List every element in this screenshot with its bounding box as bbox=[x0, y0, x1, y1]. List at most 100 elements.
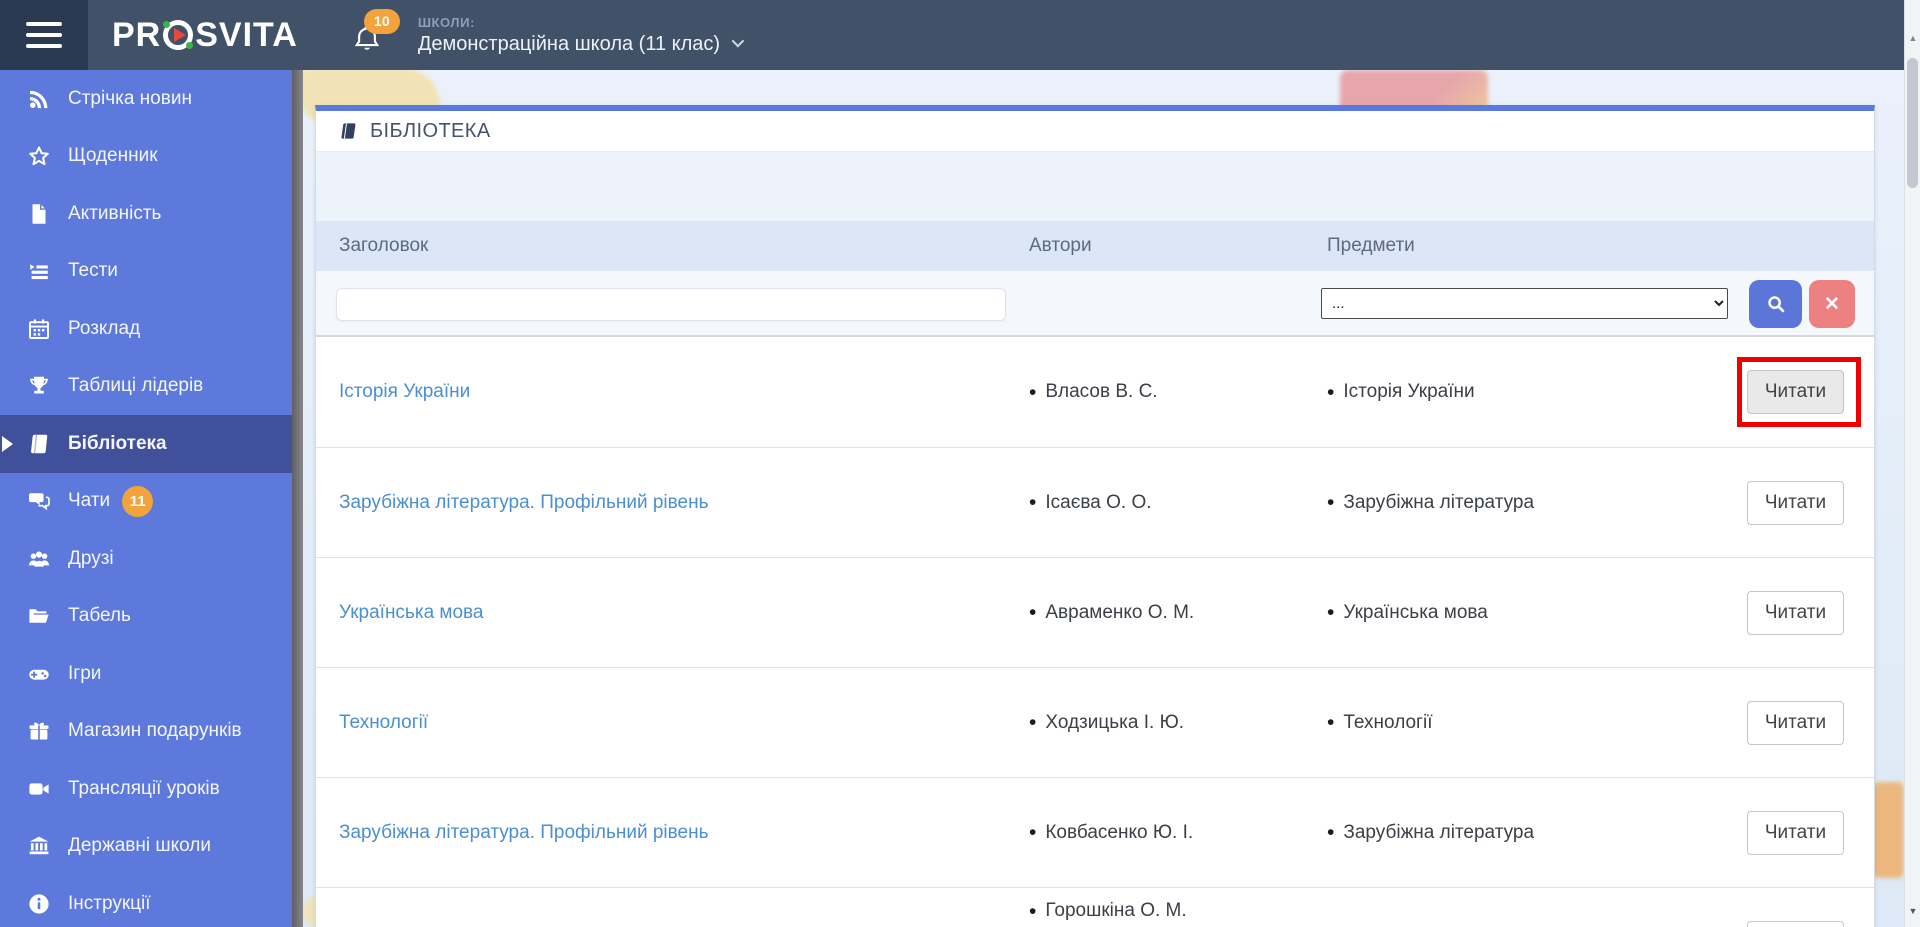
read-button[interactable]: Читати bbox=[1747, 810, 1844, 855]
school-selector-value: Демонстраційна школа (11 клас) bbox=[417, 32, 721, 55]
friends-icon bbox=[26, 546, 52, 572]
search-button[interactable] bbox=[1749, 280, 1802, 328]
tasks-icon bbox=[26, 258, 52, 284]
bullet-icon: • bbox=[1029, 601, 1037, 624]
close-icon: ✕ bbox=[1824, 293, 1840, 315]
card-toolbar-spacer bbox=[316, 152, 1874, 221]
notifications-bell-button[interactable]: 10 bbox=[350, 9, 400, 55]
list-item: • Горошкіна О. М. bbox=[1029, 899, 1187, 923]
list-item: • Власов В. С. bbox=[1029, 380, 1158, 404]
camera-icon bbox=[26, 776, 52, 802]
authors-cell: • Ковбасенко Ю. І. bbox=[1029, 822, 1193, 844]
table-row: Історія України • Власов В. С. • Історія Укр… bbox=[316, 337, 1874, 447]
notification-count-badge: 10 bbox=[363, 9, 400, 34]
sidebar-item-diary[interactable]: Щоденник bbox=[0, 128, 292, 186]
chevron-down-icon bbox=[731, 34, 745, 47]
book-title-link[interactable]: Зарубіжна література. Профільний рівень bbox=[339, 822, 709, 844]
table-filter-row: ... ✕ bbox=[316, 271, 1874, 337]
sidebar-item-leaderboards[interactable]: Таблиці лідерів bbox=[0, 358, 292, 416]
sidebar-item-tests[interactable]: Тести bbox=[0, 243, 292, 301]
file-icon bbox=[26, 201, 52, 227]
read-button[interactable]: Читати bbox=[1747, 590, 1844, 635]
table-row: Зарубіжна література. Профільний рівень •… bbox=[316, 447, 1874, 557]
bank-icon bbox=[26, 833, 52, 859]
subjects-cell: • Зарубіжна література bbox=[1327, 822, 1534, 844]
school-selector[interactable]: ШКОЛИ: Демонстраційна школа (11 клас) bbox=[417, 14, 745, 56]
sidebar-item-label: Табель bbox=[68, 605, 131, 627]
sidebar-item-giftshop[interactable]: Магазин подарунків bbox=[0, 703, 292, 761]
list-item: • Ковбасенко Ю. І. bbox=[1029, 821, 1194, 844]
trophy-icon bbox=[26, 373, 52, 399]
subject-select[interactable]: ... bbox=[1321, 288, 1728, 319]
logo-text-pre: PR bbox=[112, 15, 162, 54]
sidebar-item-chats[interactable]: Чати 11 bbox=[0, 473, 292, 531]
table-body: Історія України • Власов В. С. • Історія Укр… bbox=[316, 337, 1874, 927]
bullet-icon: • bbox=[1327, 821, 1335, 844]
chat-icon bbox=[26, 488, 52, 514]
book-icon bbox=[26, 431, 52, 457]
sidebar-item-stateschools[interactable]: Державні школи bbox=[0, 818, 292, 876]
book-title-link[interactable]: Історія України bbox=[339, 381, 470, 403]
sidebar-item-friends[interactable]: Друзі bbox=[0, 530, 292, 588]
info-icon bbox=[26, 891, 52, 917]
gamepad-icon bbox=[26, 661, 52, 687]
sidebar-item-library[interactable]: Бібліотека bbox=[0, 415, 292, 473]
page-scrollbar[interactable]: ▲ ▼ bbox=[1904, 0, 1920, 927]
sidebar-item-label: Трансляції уроків bbox=[68, 777, 220, 799]
table-row: Зарубіжна література. Профільний рівень •… bbox=[316, 777, 1874, 887]
prosvita-logo[interactable]: PR SVITA bbox=[112, 16, 298, 55]
sidebar-item-label: Стрічка новин bbox=[68, 87, 192, 109]
sidebar-item-label: Таблиці лідерів bbox=[68, 375, 204, 397]
gift-icon bbox=[26, 718, 52, 744]
read-button[interactable]: Читати bbox=[1747, 920, 1844, 927]
column-header-2: Предмети bbox=[1327, 235, 1415, 256]
authors-cell: • Авраменко О. М. bbox=[1029, 602, 1194, 624]
title-filter-input[interactable] bbox=[336, 288, 1006, 321]
bullet-icon: • bbox=[1029, 380, 1037, 404]
folder-icon bbox=[26, 603, 52, 629]
book-icon bbox=[338, 121, 358, 141]
clear-filter-button[interactable]: ✕ bbox=[1809, 280, 1855, 328]
bullet-icon: • bbox=[1029, 711, 1037, 734]
table-row: Технології • Ходзицька І. Ю. • Технології Чит… bbox=[316, 667, 1874, 777]
authors-cell: • Власов В. С. bbox=[1029, 381, 1158, 403]
search-icon bbox=[1767, 296, 1784, 313]
list-item: • Історія України bbox=[1327, 380, 1475, 404]
list-item: • Українська мова bbox=[1327, 601, 1488, 624]
book-title-link[interactable]: Зарубіжна література. Профільний рівень bbox=[339, 492, 709, 514]
scrollbar-thumb[interactable] bbox=[1907, 58, 1918, 188]
chat-unread-badge: 11 bbox=[122, 485, 154, 517]
sidebar-item-instructions[interactable]: Інструкції bbox=[0, 875, 292, 927]
sidebar-item-broadcasts[interactable]: Трансляції уроків bbox=[0, 760, 292, 818]
sidebar-item-reportcard[interactable]: Табель bbox=[0, 588, 292, 646]
school-selector-label: ШКОЛИ: bbox=[417, 14, 476, 30]
sidebar-item-label: Магазин подарунків bbox=[68, 720, 242, 742]
bullet-icon: • bbox=[1327, 491, 1335, 514]
bullet-icon: • bbox=[1029, 491, 1037, 514]
top-header-bar: PR SVITA 10 ШКОЛИ: Демонстраційна школа … bbox=[0, 0, 1920, 70]
sidebar-item-schedule[interactable]: Розклад bbox=[0, 300, 292, 358]
read-button[interactable]: Читати bbox=[1747, 700, 1844, 745]
bullet-icon: • bbox=[1327, 380, 1335, 404]
hamburger-menu-button[interactable] bbox=[0, 0, 88, 70]
table-row: Українська мова • Авраменко О. М. • Українсь… bbox=[316, 557, 1874, 667]
list-item: • Зарубіжна література bbox=[1327, 491, 1535, 514]
logo-play-icon bbox=[163, 20, 194, 50]
sidebar-item-label: Ігри bbox=[68, 662, 102, 684]
read-button[interactable]: Читати bbox=[1747, 480, 1844, 525]
book-title-link[interactable]: Українська мова bbox=[339, 602, 484, 624]
scrollbar-up-arrow[interactable]: ▲ bbox=[1905, 30, 1920, 46]
scrollbar-down-arrow[interactable]: ▼ bbox=[1905, 903, 1920, 919]
book-title-link[interactable]: Технології bbox=[339, 712, 428, 734]
calendar-icon bbox=[26, 316, 52, 342]
sidebar-item-games[interactable]: Ігри bbox=[0, 645, 292, 703]
sidebar-item-news[interactable]: Стрічка новин bbox=[0, 70, 292, 128]
authors-cell: • Ісаєва О. О. bbox=[1029, 492, 1152, 514]
list-item: • Технології bbox=[1327, 711, 1433, 734]
subjects-cell: • Українська мова bbox=[1327, 602, 1488, 624]
sidebar-item-label: Державні школи bbox=[68, 835, 211, 857]
sidebar-item-label: Розклад bbox=[68, 317, 141, 339]
authors-cell: • Ходзицька І. Ю. bbox=[1029, 712, 1184, 734]
read-button[interactable]: Читати bbox=[1747, 370, 1844, 414]
sidebar-item-activity[interactable]: Активність bbox=[0, 185, 292, 243]
